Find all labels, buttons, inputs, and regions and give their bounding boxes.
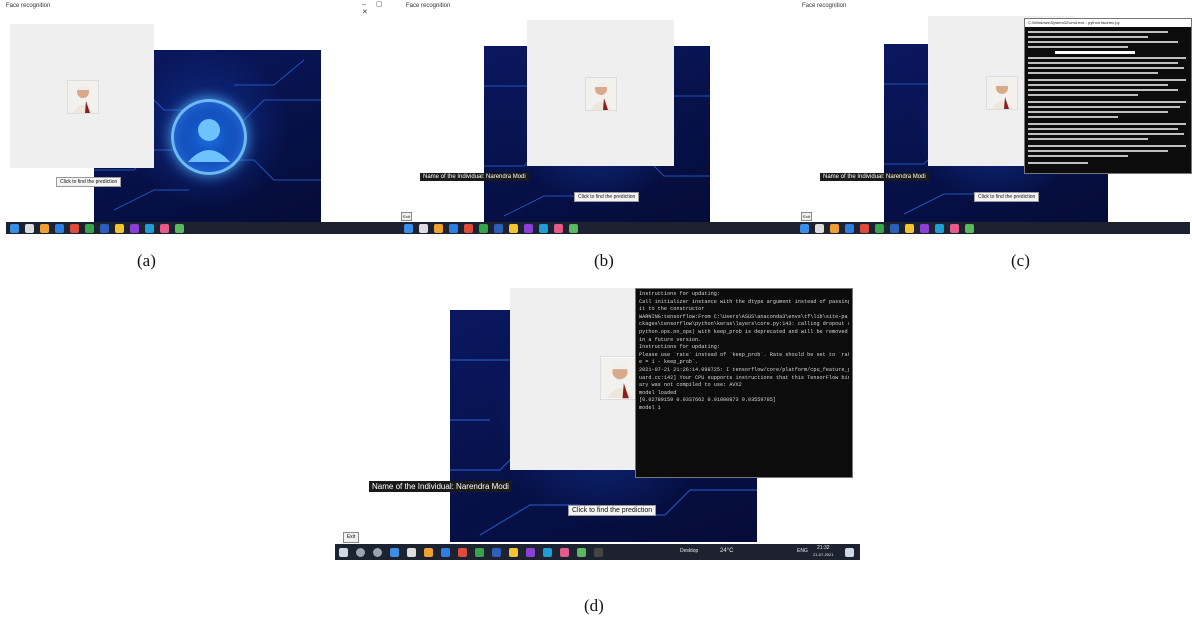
- taskbar-d: Desktop 24°C ENG 21:32 21-07-2021: [335, 544, 860, 560]
- taskbar-c: [796, 222, 1190, 234]
- taskbar-desktop-label[interactable]: Desktop: [680, 548, 698, 554]
- caption-d: (d): [584, 596, 604, 615]
- console-line: python.ops.nn_ops) with keep_prob is dep…: [639, 328, 848, 335]
- predict-button-b[interactable]: Click to find the prediction: [574, 192, 640, 202]
- window-title-a: Face recognition: [0, 0, 400, 12]
- taskbar-language[interactable]: ENG: [797, 548, 808, 554]
- search-icon[interactable]: [356, 547, 365, 557]
- panel-d: Instructions for updating: Call initiali…: [335, 286, 860, 560]
- notification-icon[interactable]: [845, 548, 854, 557]
- console-title-c: C:\Windows\System32\cmd.exe - python fac…: [1025, 19, 1191, 27]
- taskbar-b: [400, 222, 796, 234]
- predict-button-c[interactable]: Click to find the prediction: [974, 192, 1040, 202]
- window-controls-a[interactable]: – ▢ ✕: [362, 0, 400, 16]
- taskbar-a: [6, 222, 400, 234]
- console-line: Please use `rate` instead of `keep_prob`…: [639, 351, 849, 358]
- face-scan-graphic: [171, 99, 247, 175]
- window-title-c: Face recognition: [796, 0, 1192, 12]
- console-line: 2021-07-21 21:26:14.098725: I tensorflow…: [639, 366, 849, 373]
- predict-button-d[interactable]: Click to find the prediction: [568, 505, 657, 516]
- console-line: WARNING:tensorflow:From C:\Users\ASUS\an…: [639, 313, 848, 320]
- windows-start-icon[interactable]: [339, 547, 348, 557]
- window-title-b: Face recognition: [400, 0, 796, 12]
- panel-c: Face recognition C:\Windows\System32\cmd…: [796, 0, 1192, 236]
- image-preview-b: [527, 20, 674, 166]
- console-line: model loaded: [639, 389, 677, 396]
- console-line: Instructions for updating:: [639, 291, 720, 297]
- console-line: [0.02789159 0.0337662 0.01080873 0.03559…: [639, 397, 776, 404]
- caption-a: (a): [137, 251, 156, 270]
- exit-button-c[interactable]: Exit: [801, 212, 812, 221]
- image-preview-a: [10, 24, 154, 168]
- exit-button-d[interactable]: Exit: [343, 532, 359, 543]
- console-window-c[interactable]: C:\Windows\System32\cmd.exe - python fac…: [1024, 18, 1192, 174]
- image-preview-d: [510, 288, 640, 470]
- individual-name-label-c: Name of the Individual: Narendra Modi: [820, 173, 929, 181]
- predict-button-a[interactable]: Click to find the prediction: [56, 177, 122, 187]
- console-line: ckages\tensorflow\python\keras\layers\co…: [639, 321, 849, 328]
- console-line: ary was not compiled to use: AVX2: [639, 382, 742, 389]
- console-line: Instructions for updating:: [639, 344, 720, 351]
- console-line: it to the constructor: [639, 306, 705, 313]
- individual-name-label-d: Name of the Individual: Narendra Modi: [369, 481, 512, 492]
- console-line: model 1: [639, 404, 661, 411]
- console-window-d[interactable]: Instructions for updating: Call initiali…: [635, 288, 853, 478]
- caption-b: (b): [594, 251, 614, 270]
- panel-b: Face recognition Name of the Individual:…: [400, 0, 796, 236]
- caption-c: (c): [1011, 251, 1030, 270]
- console-line: in a future version.: [639, 336, 702, 343]
- console-line: Call initializer instance with the dtype…: [639, 298, 849, 305]
- face-photo-b: [585, 77, 617, 111]
- taskbar-weather[interactable]: 24°C: [720, 548, 733, 554]
- individual-name-label-b: Name of the Individual: Narendra Modi: [420, 173, 529, 181]
- face-photo-d: [600, 356, 640, 400]
- exit-button-b[interactable]: Exit: [401, 212, 412, 221]
- taskbar-date[interactable]: 21-07-2021: [813, 552, 833, 557]
- face-photo-a: [67, 80, 99, 114]
- face-photo-c: [986, 76, 1018, 110]
- console-line: e = 1 - keep_prob`.: [639, 359, 699, 366]
- taskbar-time[interactable]: 21:32: [817, 545, 830, 551]
- console-line: uard.cc:142] Your CPU supports instructi…: [639, 374, 849, 381]
- panel-a: Face recognition – ▢ ✕ Click to find the…: [0, 0, 400, 236]
- console-text-c: [1028, 31, 1186, 164]
